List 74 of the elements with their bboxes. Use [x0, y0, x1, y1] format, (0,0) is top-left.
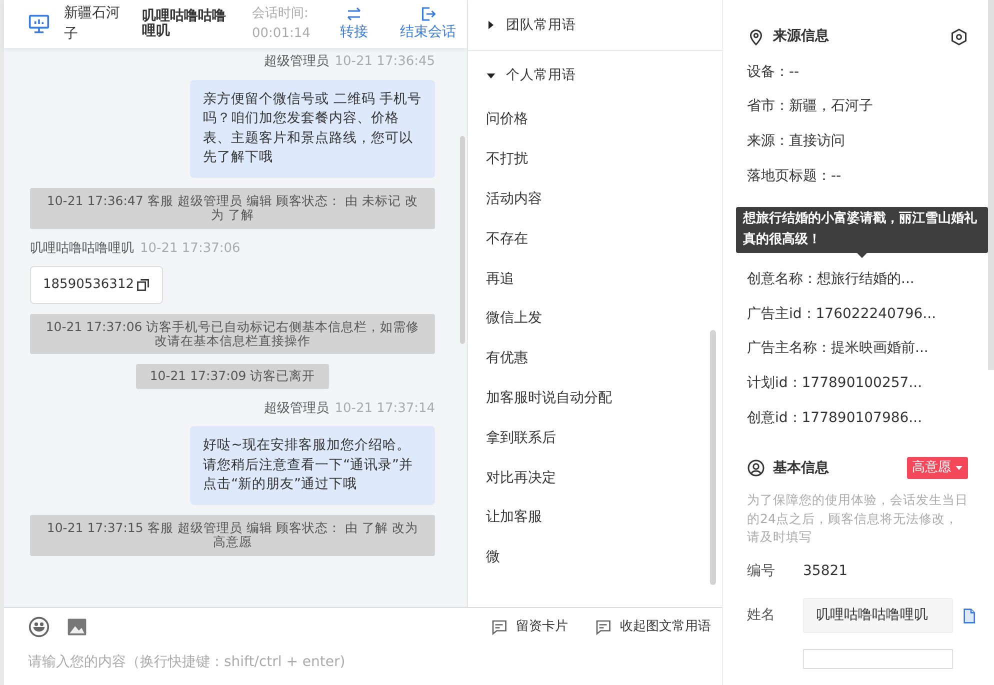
input-field[interactable]	[803, 649, 953, 670]
sender-name: 超级管理员	[264, 53, 329, 71]
visitor-name: 叽哩咕噜咕噜哩叽	[142, 9, 227, 39]
scrollbar[interactable]	[988, 0, 994, 370]
comment-icon	[594, 618, 612, 636]
swap-arrows-icon	[345, 5, 363, 24]
smiley-icon[interactable]	[28, 616, 50, 638]
phrase-group-header[interactable]: 个人常用语	[468, 50, 722, 100]
phrase-item[interactable]: 不存在	[468, 219, 722, 260]
phrase-item[interactable]: 不打扰	[468, 140, 722, 180]
monitor-icon	[28, 13, 50, 35]
message-input[interactable]: 请输入您的内容（换行快捷键：shift/ctrl + enter)	[28, 652, 628, 673]
system-notice: 10-21 17:37:09 访客已离开	[136, 364, 330, 389]
hexagon-nut-icon[interactable]	[950, 28, 968, 46]
field-label: 姓名	[747, 606, 776, 626]
phrase-group-header[interactable]: 团队常用语	[468, 0, 722, 50]
message-time: 10-21 17:37:06	[140, 240, 240, 258]
section-title: 来源信息	[773, 27, 830, 46]
phrase-item[interactable]: 问价格	[468, 100, 722, 140]
duration-label: 会话时间:	[252, 4, 310, 23]
message-text: 18590536312	[43, 276, 134, 294]
info-row-text: 省市：新疆，石河子	[747, 97, 874, 116]
phrase-item[interactable]: 微信上发	[468, 298, 722, 339]
image-icon[interactable]	[66, 616, 88, 638]
message-time: 10-21 17:36:45	[334, 53, 436, 71]
sender-name: 超级管理员	[264, 400, 329, 418]
copy-icon[interactable]	[136, 278, 150, 292]
phrase-item[interactable]: 加客服时说自动分配	[468, 378, 722, 418]
phrase-item[interactable]: 有优惠	[468, 338, 722, 379]
info-row-text: 创意名称：想旅行结婚的...	[747, 270, 916, 290]
tooltip: 想旅行结婚的小富婆请戳，丽江雪山婚礼真的很高级！	[736, 207, 988, 253]
scrollbar[interactable]	[710, 330, 716, 585]
end-session-button[interactable]: 结束会话	[400, 5, 456, 43]
group-title: 个人常用语	[506, 66, 576, 86]
toolbar-button[interactable]: 收起图文常用语	[594, 617, 711, 637]
system-notice: 10-21 17:37:15 客服 超级管理员 编辑 顾客状态： 由 了解 改为高意愿	[30, 514, 436, 556]
help-text: 为了保障您的使用体验，会话发生当日的24点之后，顾客信息将无法修改，请及时填写	[747, 490, 968, 546]
scrollbar[interactable]	[460, 136, 466, 344]
status-dropdown[interactable]: 高意愿	[907, 457, 968, 479]
comment-icon	[490, 618, 508, 636]
group-title: 团队常用语	[506, 16, 576, 35]
input-field[interactable]: 叽哩咕噜咕噜哩叽	[803, 598, 953, 634]
phrase-item[interactable]: 活动内容	[468, 180, 722, 220]
field-value: 35821	[803, 562, 848, 582]
phrase-item[interactable]: 拿到联系后	[468, 418, 722, 458]
message-bubble: 亲方便留个微信号或 二维码 手机号吗？咱们加您发套餐内容、价格表、主题客片和景点路线，您可以先了解下哦	[190, 80, 436, 178]
visitor-location: 新疆石河子	[64, 4, 121, 44]
toolbar-button[interactable]: 留资卡片	[490, 617, 568, 637]
phrase-item[interactable]: 对比再决定	[468, 458, 722, 498]
duration-value: 00:01:14	[252, 25, 312, 43]
info-row-text: 设备：--	[747, 62, 800, 82]
message-time: 10-21 17:37:14	[334, 400, 436, 418]
message-bubble: 好哒~现在安排客服加您介绍哈。请您稍后注意查看一下“通讯录”并点击“新的朋友”通过下哦	[190, 426, 436, 505]
info-row-text: 广告主id：176022240796...	[747, 304, 938, 324]
info-row-text: 计划id：177890100257...	[747, 374, 924, 393]
section-title: 基本信息	[773, 458, 830, 478]
info-row-text: 创意id：177890107986...	[747, 408, 924, 428]
system-notice: 10-21 17:37:06 访客手机号已自动标记右侧基本信息栏，如需修改请在基本信息栏直接操作	[30, 314, 436, 354]
phrase-item[interactable]: 让加客服	[468, 498, 722, 538]
exit-arrow-icon	[419, 5, 437, 24]
info-row-text: 来源：直接访问	[747, 132, 846, 151]
system-notice: 10-21 17:36:47 客服 超级管理员 编辑 顾客状态： 由 未标记 改为 了解	[30, 188, 436, 228]
info-row-text: 广告主名称：提米映画婚前...	[747, 339, 930, 358]
caret-down-icon	[955, 464, 963, 472]
phrase-item[interactable]: 微	[468, 538, 722, 578]
transfer-button[interactable]: 转接	[340, 5, 368, 43]
map-pin-icon	[747, 28, 765, 46]
field-label: 编号	[747, 562, 776, 582]
sender-name: 叽哩咕噜咕噜哩叽	[30, 240, 134, 258]
user-circle-icon	[747, 459, 765, 478]
info-row-text: 落地页标题：--	[747, 166, 842, 186]
tooltip-pointer	[857, 252, 867, 258]
phrase-item[interactable]: 再追	[468, 259, 722, 299]
caret-down-icon	[486, 70, 496, 80]
